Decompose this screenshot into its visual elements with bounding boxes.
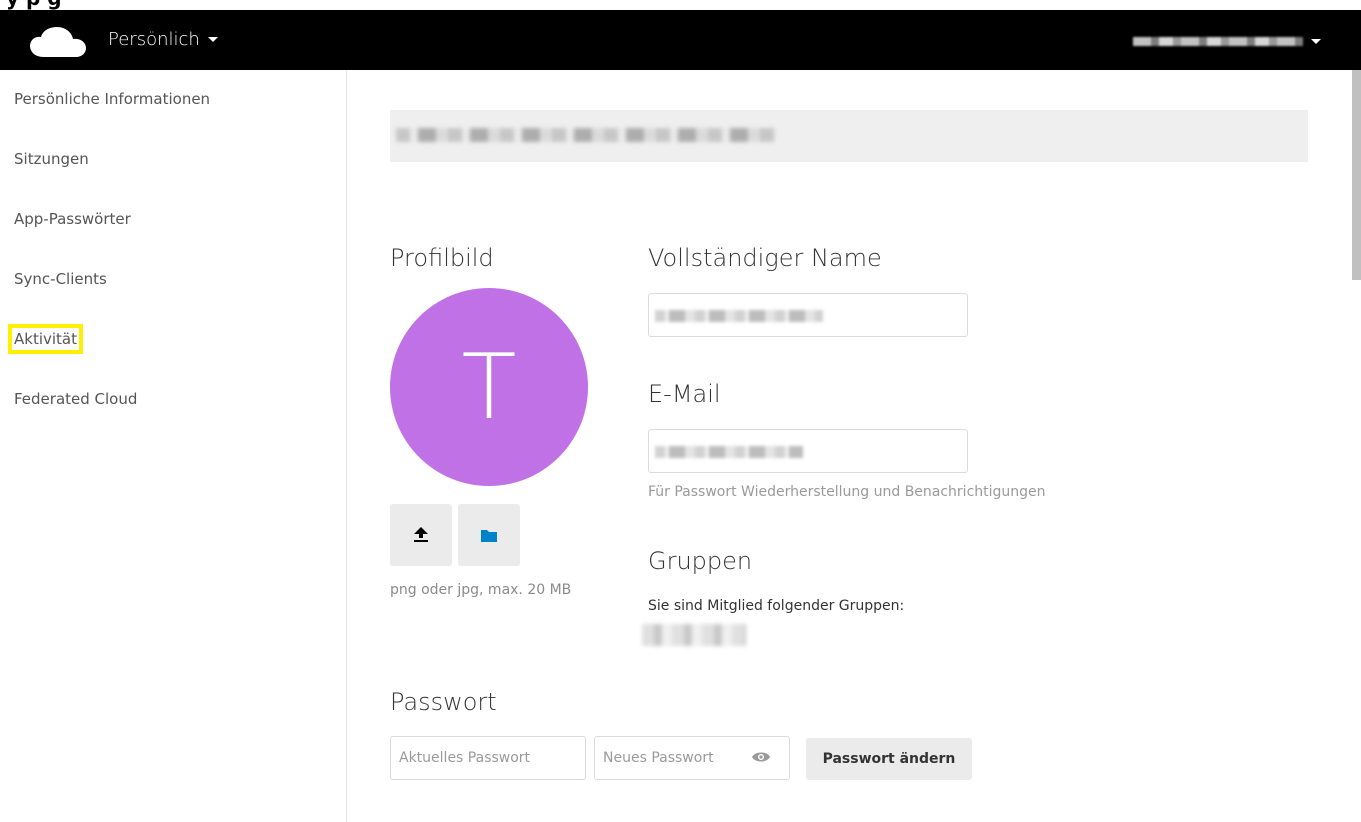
redacted-info-bar: [390, 110, 1308, 162]
folder-icon: [481, 529, 497, 542]
main-content: Profilbild T png oder jpg, max. 20 MB Vo…: [348, 70, 1361, 822]
sidebar-item-sessions[interactable]: Sitzungen: [14, 150, 89, 168]
sidebar-item-activity[interactable]: Aktivität: [8, 324, 83, 354]
upload-avatar-button[interactable]: [390, 504, 452, 566]
app-menu[interactable]: Persönlich: [108, 29, 218, 50]
sidebar-item-sync-clients[interactable]: Sync-Clients: [14, 270, 107, 288]
app-menu-label: Persönlich: [108, 29, 200, 50]
user-name-redacted: [1133, 37, 1303, 46]
change-password-button[interactable]: Passwort ändern: [806, 738, 972, 780]
sidebar-item-federated-cloud[interactable]: Federated Cloud: [14, 390, 137, 408]
top-strip-text: y p g: [6, 0, 62, 10]
top-strip: y p g: [0, 0, 1361, 10]
eye-icon[interactable]: [752, 750, 770, 764]
current-password-input[interactable]: [390, 736, 586, 780]
groups-text: Sie sind Mitglied folgender Gruppen:: [648, 598, 905, 614]
sidebar: Persönliche Informationen Sitzungen App-…: [0, 70, 347, 822]
email-hint: Für Passwort Wiederherstellung und Benac…: [648, 484, 1046, 500]
email-heading: E-Mail: [648, 380, 721, 408]
password-heading: Passwort: [390, 688, 497, 716]
choose-avatar-from-files-button[interactable]: [458, 504, 520, 566]
full-name-heading: Vollständiger Name: [648, 244, 882, 272]
chevron-down-icon: [1311, 39, 1321, 44]
profile-picture-heading: Profilbild: [390, 244, 494, 272]
header: Persönlich: [0, 10, 1361, 70]
avatar-hint: png oder jpg, max. 20 MB: [390, 582, 572, 598]
groups-list-redacted: [642, 624, 746, 646]
sidebar-item-app-passwords[interactable]: App-Passwörter: [14, 210, 131, 228]
groups-heading: Gruppen: [648, 547, 753, 575]
email-field[interactable]: [648, 429, 968, 473]
scrollbar[interactable]: [1352, 70, 1361, 280]
avatar: T: [390, 288, 588, 486]
upload-icon: [414, 527, 428, 542]
cloud-logo-icon[interactable]: [30, 27, 90, 57]
full-name-field[interactable]: [648, 293, 968, 337]
chevron-down-icon: [207, 37, 218, 42]
user-menu[interactable]: [1133, 37, 1321, 46]
sidebar-item-personal-info[interactable]: Persönliche Informationen: [14, 90, 210, 108]
